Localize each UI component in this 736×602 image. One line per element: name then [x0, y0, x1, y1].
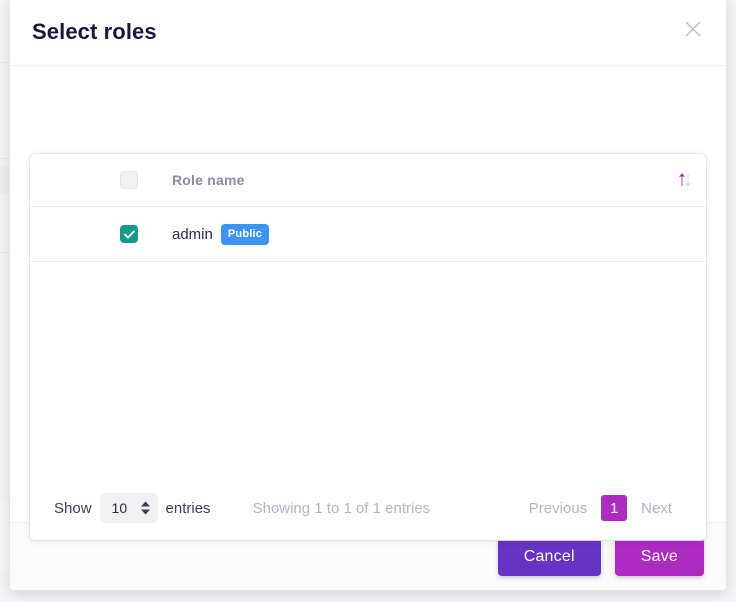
page-length-select[interactable]: 10 — [99, 493, 158, 523]
pagination-next-button[interactable]: Next — [631, 494, 682, 523]
stepper-chevrons-icon — [140, 501, 150, 515]
chevron-down-icon — [140, 509, 150, 515]
close-icon[interactable] — [678, 14, 708, 44]
role-name-text: admin — [172, 225, 213, 243]
page-title: Select roles — [32, 18, 157, 44]
chevron-up-icon — [140, 501, 150, 507]
entries-label: entries — [165, 499, 211, 517]
status-badge: Public — [220, 223, 270, 245]
select-roles-modal: Select roles Role name admin Public Show… — [10, 0, 726, 590]
column-header-role-name: Role name — [172, 172, 245, 188]
sort-asc-desc-icon[interactable] — [678, 171, 692, 189]
table-info-text: Showing 1 to 1 of 1 entries — [252, 499, 431, 517]
cancel-button[interactable]: Cancel — [497, 537, 601, 576]
modal-header: Select roles — [10, 0, 726, 66]
select-all-checkbox[interactable] — [120, 171, 138, 189]
close-icon-glyph — [685, 21, 701, 37]
save-button[interactable]: Save — [614, 537, 704, 576]
pagination-page-1-button[interactable]: 1 — [601, 495, 628, 521]
roles-table: Role name admin Public — [30, 154, 706, 262]
page-length-value: 10 — [111, 500, 128, 516]
row-select-cell — [30, 206, 148, 262]
show-label: Show — [54, 499, 92, 517]
pagination: Previous 1 Next — [519, 494, 682, 523]
role-name-header-cell[interactable]: Role name — [148, 154, 646, 207]
table-footer: Show 10 entries Showing 1 to 1 of 1 entr… — [30, 476, 706, 540]
pagination-previous-button[interactable]: Previous — [519, 494, 597, 523]
row-checkbox[interactable] — [120, 225, 138, 243]
roles-table-card: Role name admin Public Show 10 entries S… — [30, 154, 706, 540]
table-body: admin Public — [30, 206, 706, 262]
table-header: Role name — [30, 154, 706, 207]
select-all-header-cell — [30, 154, 148, 207]
table-row[interactable]: admin Public — [30, 206, 706, 262]
modal-body: Role name admin Public Show 10 entries S… — [10, 66, 726, 540]
sort-header-cell[interactable] — [646, 154, 706, 207]
table-header-row: Role name — [30, 154, 706, 207]
row-name-cell: admin Public — [148, 206, 706, 262]
checkmark-icon — [123, 229, 135, 239]
page-length-group: Show 10 entries — [54, 493, 211, 523]
